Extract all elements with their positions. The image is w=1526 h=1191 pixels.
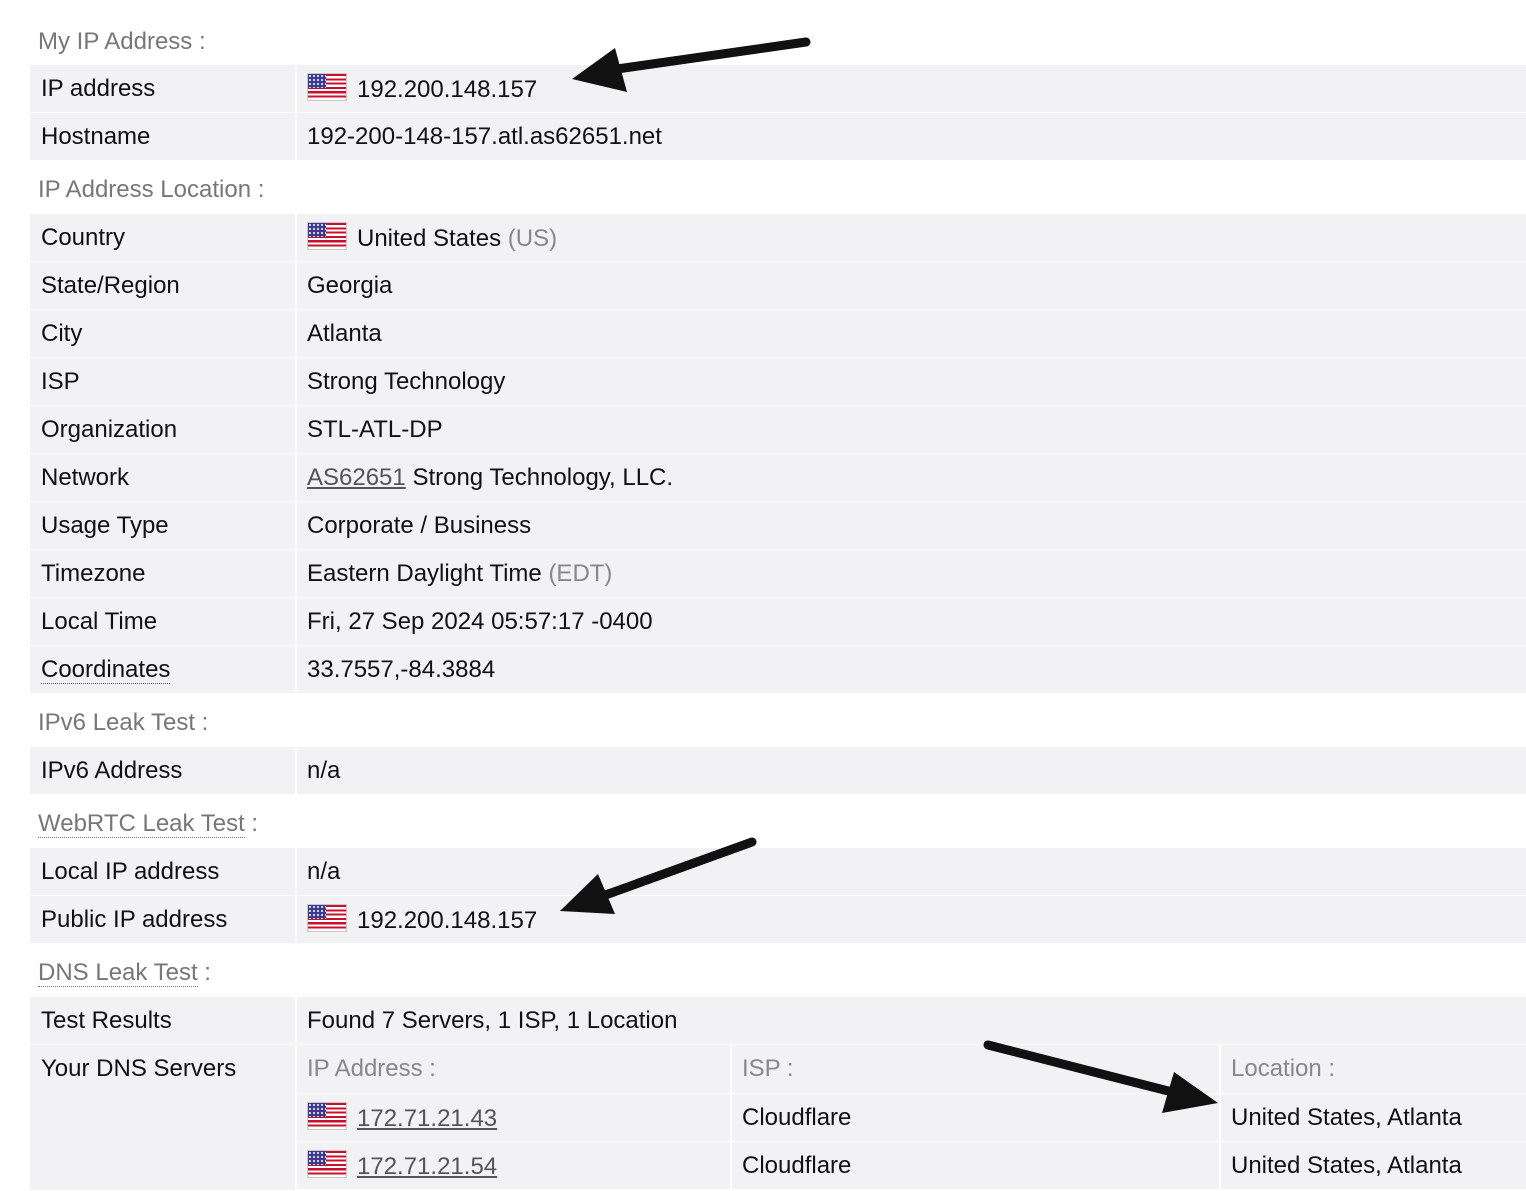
- dns-isp: Cloudflare: [731, 1093, 1221, 1142]
- table-row: IPv6 Address n/a: [30, 747, 1526, 795]
- organization-label: Organization: [30, 405, 297, 454]
- us-flag-icon: [307, 904, 347, 932]
- us-flag-icon: [307, 73, 347, 101]
- dns-leak-test-link[interactable]: DNS Leak Test: [38, 959, 198, 987]
- hostname-value: 192-200-148-157.atl.as62651.net: [296, 112, 1526, 161]
- dns-servers-label: Your DNS Servers: [30, 1044, 297, 1191]
- network-cell: AS62651 Strong Technology, LLC.: [296, 453, 1526, 502]
- us-flag-icon: [307, 1150, 347, 1178]
- dns-header-row: IP Address : ISP : Location :: [297, 1045, 1526, 1094]
- timezone-cell: Eastern Daylight Time (EDT): [296, 549, 1526, 598]
- dns-ip-link[interactable]: 172.71.21.54: [357, 1153, 497, 1180]
- ipv6-table: IPv6 Address n/a: [30, 747, 1526, 795]
- coordinates-label[interactable]: Coordinates: [41, 655, 171, 684]
- coordinates-value: 33.7557,-84.3884: [296, 645, 1526, 694]
- dns-table: Test Results Found 7 Servers, 1 ISP, 1 L…: [30, 997, 1526, 1191]
- ipv6-address-label: IPv6 Address: [30, 747, 297, 795]
- section-title-ipv6: IPv6 Leak Test :: [38, 709, 209, 736]
- table-row: Coordinates 33.7557,-84.3884: [30, 645, 1526, 694]
- local-ip-label: Local IP address: [30, 848, 297, 896]
- local-time-label: Local Time: [30, 597, 297, 646]
- table-row: Local IP address n/a: [30, 848, 1526, 896]
- usage-type-label: Usage Type: [30, 501, 297, 550]
- network-value: Strong Technology, LLC.: [412, 463, 674, 491]
- dns-location: United States, Atlanta: [1220, 1141, 1526, 1190]
- table-row: ISP Strong Technology: [30, 357, 1526, 406]
- dns-ip-link[interactable]: 172.71.21.43: [357, 1105, 497, 1132]
- us-flag-icon: [307, 1102, 347, 1130]
- ipv6-address-value: n/a: [296, 747, 1526, 795]
- table-row: Public IP address 192.200.148.157: [30, 895, 1526, 944]
- table-row: Test Results Found 7 Servers, 1 ISP, 1 L…: [30, 997, 1526, 1045]
- table-row: Country United States (US): [30, 214, 1526, 262]
- table-row: Local Time Fri, 27 Sep 2024 05:57:17 -04…: [30, 597, 1526, 646]
- dns-title-suffix: :: [197, 959, 211, 986]
- webrtc-table: Local IP address n/a Public IP address 1…: [30, 848, 1526, 944]
- network-as-link[interactable]: AS62651: [307, 464, 406, 491]
- ip-leak-report: My IP Address : IP address 192.200.148.1…: [30, 22, 1526, 1191]
- state-value: Georgia: [296, 261, 1526, 310]
- table-row: IP address 192.200.148.157: [30, 65, 1526, 113]
- coordinates-label-cell: Coordinates: [30, 645, 297, 694]
- isp-label: ISP: [30, 357, 297, 406]
- col-isp-header: ISP :: [731, 1045, 1221, 1094]
- city-label: City: [30, 309, 297, 358]
- local-ip-value: n/a: [296, 848, 1526, 896]
- section-title-dns: DNS Leak Test :: [30, 944, 1526, 997]
- network-label: Network: [30, 453, 297, 502]
- dns-server-row: 172.71.21.43 Cloudflare United States, A…: [297, 1093, 1526, 1142]
- location-table: Country United States (US) State/Region …: [30, 214, 1526, 694]
- country-label: Country: [30, 214, 297, 262]
- organization-value: STL-ATL-DP: [296, 405, 1526, 454]
- public-ip-value: 192.200.148.157: [357, 907, 538, 934]
- city-value: Atlanta: [296, 309, 1526, 358]
- table-row: Your DNS Servers IP Address : ISP : Loca…: [30, 1044, 1526, 1191]
- country-cell: United States (US): [296, 214, 1526, 262]
- ip-address-label: IP address: [30, 65, 297, 113]
- ip-address-value: 192.200.148.157: [357, 76, 538, 103]
- section-title-my-ip: My IP Address :: [38, 28, 206, 55]
- table-row: Usage Type Corporate / Business: [30, 501, 1526, 550]
- section-title-location: IP Address Location :: [38, 176, 265, 203]
- test-results-label: Test Results: [30, 997, 297, 1045]
- table-row: Timezone Eastern Daylight Time (EDT): [30, 549, 1526, 598]
- dns-location: United States, Atlanta: [1220, 1093, 1526, 1142]
- dns-ip-cell: 172.71.21.54: [297, 1141, 732, 1190]
- isp-value: Strong Technology: [296, 357, 1526, 406]
- dns-server-row: 172.71.21.54 Cloudflare United States, A…: [297, 1141, 1526, 1190]
- timezone-value: Eastern Daylight Time: [307, 559, 542, 587]
- test-results-value: Found 7 Servers, 1 ISP, 1 Location: [296, 997, 1526, 1045]
- col-ip-header: IP Address :: [297, 1045, 732, 1094]
- ip-address-cell: 192.200.148.157: [296, 65, 1526, 113]
- dns-servers-table: IP Address : ISP : Location : 172.71.21.…: [297, 1045, 1526, 1190]
- dns-servers-cell: IP Address : ISP : Location : 172.71.21.…: [296, 1044, 1526, 1191]
- public-ip-label: Public IP address: [30, 895, 297, 944]
- webrtc-leak-test-link[interactable]: WebRTC Leak Test: [38, 810, 245, 838]
- country-code: (US): [507, 225, 558, 252]
- timezone-abbr: (EDT): [548, 559, 613, 587]
- section-title-webrtc: WebRTC Leak Test :: [30, 795, 1526, 848]
- col-location-header: Location :: [1220, 1045, 1526, 1094]
- table-row: State/Region Georgia: [30, 261, 1526, 310]
- country-value: United States: [357, 225, 502, 252]
- webrtc-title-suffix: :: [244, 810, 259, 837]
- table-row: City Atlanta: [30, 309, 1526, 358]
- dns-isp: Cloudflare: [731, 1141, 1221, 1190]
- us-flag-icon: [307, 222, 347, 250]
- dns-ip-cell: 172.71.21.43: [297, 1093, 732, 1142]
- hostname-label: Hostname: [30, 112, 297, 161]
- table-row: Hostname 192-200-148-157.atl.as62651.net: [30, 112, 1526, 161]
- my-ip-table: IP address 192.200.148.157 Hostname 192-…: [30, 65, 1526, 161]
- public-ip-cell: 192.200.148.157: [296, 895, 1526, 944]
- state-label: State/Region: [30, 261, 297, 310]
- usage-type-value: Corporate / Business: [296, 501, 1526, 550]
- table-row: Organization STL-ATL-DP: [30, 405, 1526, 454]
- timezone-label: Timezone: [30, 549, 297, 598]
- local-time-value: Fri, 27 Sep 2024 05:57:17 -0400: [296, 597, 1526, 646]
- table-row: Network AS62651 Strong Technology, LLC.: [30, 453, 1526, 502]
